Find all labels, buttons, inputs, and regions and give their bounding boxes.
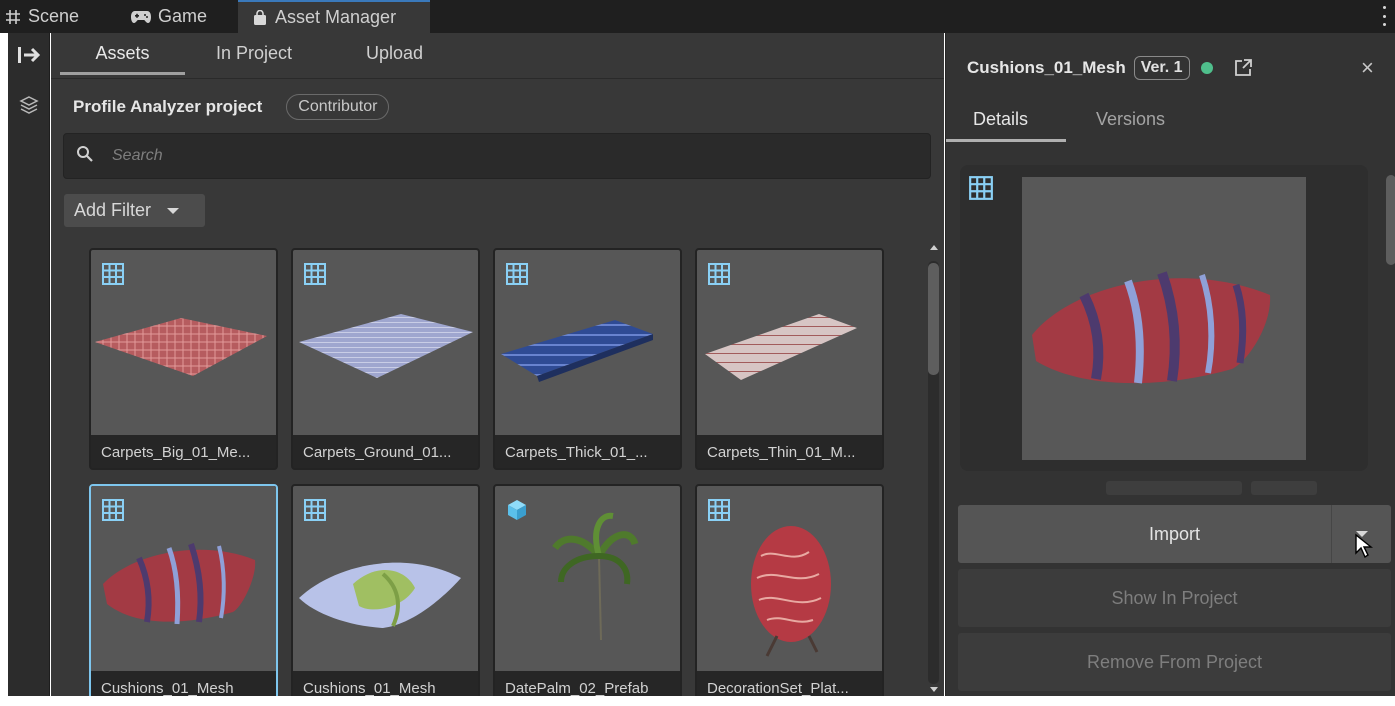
asset-card[interactable]: DatePalm_02_Prefab (493, 484, 682, 696)
gamepad-icon (130, 8, 152, 26)
add-filter-label: Add Filter (74, 200, 152, 220)
tab-scene-label: Scene (28, 6, 80, 26)
asset-card[interactable]: DecorationSet_Plat... (695, 484, 884, 696)
details-scrollbar[interactable] (1382, 157, 1395, 487)
asset-title: Cushions_01_Mesh (967, 58, 1126, 77)
mesh-icon (707, 498, 731, 522)
tab-scene[interactable]: Scene (4, 0, 104, 33)
asset-card[interactable]: Cushions_01_Mesh (291, 484, 480, 696)
asset-name: DecorationSet_Plat... (707, 680, 849, 696)
asset-card[interactable]: Cushions_01_Mesh (89, 484, 278, 696)
asset-name: Carpets_Ground_01... (303, 444, 452, 461)
import-label: Import (1148, 523, 1200, 544)
grid-scrollbar[interactable] (924, 243, 940, 696)
details-header: Cushions_01_Mesh Ver. 1 (967, 53, 1253, 83)
close-icon[interactable]: × (1361, 55, 1374, 81)
asset-name: DatePalm_02_Prefab (505, 680, 649, 696)
tab-upload[interactable]: Upload (366, 43, 423, 75)
details-scroll-thumb[interactable] (1386, 175, 1395, 265)
tab-game-label: Game (158, 6, 208, 26)
tab-details[interactable]: Details (946, 109, 1066, 142)
asset-browser-panel: Assets In Project Upload Profile Analyze… (51, 33, 944, 696)
search-bar[interactable] (63, 133, 931, 179)
project-header: Profile Analyzer project Contributor (73, 93, 390, 121)
show-in-project-button[interactable]: Show In Project (958, 569, 1391, 627)
bag-icon (251, 9, 269, 27)
asset-grid: Carpets_Big_01_Me... Carpets_Ground_01..… (89, 248, 889, 696)
left-toolbar (8, 33, 50, 696)
grid-icon (4, 8, 22, 26)
chevron-down-icon (167, 207, 180, 214)
more-options-icon[interactable] (1381, 6, 1387, 26)
open-external-icon[interactable] (1233, 58, 1253, 78)
import-button[interactable]: Import (958, 505, 1391, 563)
add-filter-button[interactable]: Add Filter (64, 194, 205, 227)
asset-name: Carpets_Thin_01_M... (707, 444, 856, 461)
tab-in-project[interactable]: In Project (216, 43, 292, 75)
browser-tabs: Assets In Project Upload (51, 33, 944, 79)
mesh-icon (968, 175, 994, 201)
asset-details-panel: Cushions_01_Mesh Ver. 1 × Details Versio… (945, 33, 1395, 696)
asset-preview (960, 165, 1368, 471)
preview-image (1022, 177, 1306, 460)
asset-card[interactable]: Carpets_Big_01_Me... (89, 248, 278, 470)
tab-asset-manager[interactable]: Asset Manager (238, 0, 430, 33)
asset-card[interactable]: Carpets_Thick_01_... (493, 248, 682, 470)
remove-from-project-button[interactable]: Remove From Project (958, 633, 1391, 691)
preview-carousel-stub (1251, 481, 1317, 495)
role-badge: Contributor (286, 94, 390, 120)
tab-asset-manager-label: Asset Manager (275, 7, 397, 27)
asset-name: Carpets_Thick_01_... (505, 444, 648, 461)
mesh-icon (101, 262, 125, 286)
editor-tab-bar: Scene Game Asset Manager (0, 0, 1395, 33)
scroll-up-icon[interactable] (930, 245, 938, 250)
scroll-thumb[interactable] (928, 263, 939, 375)
version-badge[interactable]: Ver. 1 (1133, 56, 1190, 80)
mesh-icon (303, 498, 327, 522)
mesh-icon (707, 262, 731, 286)
mesh-icon (505, 262, 529, 286)
tab-game[interactable]: Game (130, 0, 220, 33)
show-in-project-label: Show In Project (1111, 587, 1238, 608)
mesh-icon (101, 498, 125, 522)
prefab-cube-icon (505, 498, 529, 522)
tab-assets[interactable]: Assets (60, 43, 185, 75)
collapse-arrow-icon[interactable] (8, 35, 50, 75)
mesh-icon (303, 262, 327, 286)
mouse-cursor-icon (1354, 533, 1374, 559)
tab-versions[interactable]: Versions (1096, 109, 1165, 142)
layers-icon[interactable] (8, 85, 50, 125)
asset-card[interactable]: Carpets_Ground_01... (291, 248, 480, 470)
search-icon (76, 145, 94, 168)
asset-name: Cushions_01_Mesh (101, 680, 234, 696)
asset-name: Cushions_01_Mesh (303, 680, 436, 696)
remove-from-project-label: Remove From Project (1086, 651, 1263, 672)
asset-name: Carpets_Big_01_Me... (101, 444, 251, 461)
asset-card[interactable]: Carpets_Thin_01_M... (695, 248, 884, 470)
preview-carousel-stub (1106, 481, 1242, 495)
project-name[interactable]: Profile Analyzer project (73, 97, 262, 117)
search-input[interactable] (112, 147, 872, 165)
scroll-down-icon[interactable] (930, 687, 938, 692)
status-dot-icon (1200, 62, 1213, 74)
